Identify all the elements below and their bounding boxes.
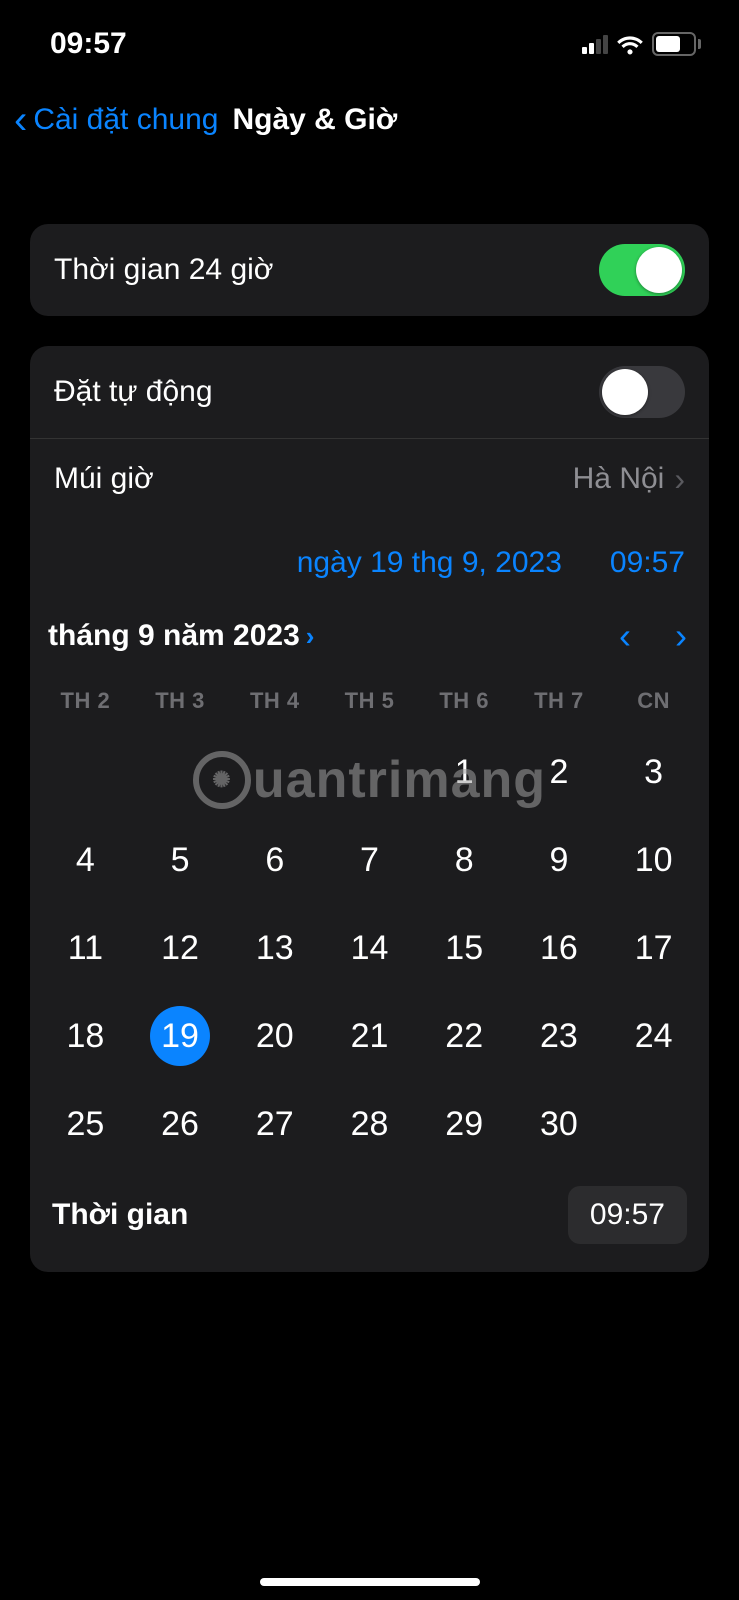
calendar-empty-cell bbox=[38, 728, 133, 816]
calendar-day[interactable]: 1 bbox=[417, 728, 512, 816]
calendar-day[interactable]: 4 bbox=[38, 816, 133, 904]
status-bar: 09:57 66 bbox=[0, 0, 739, 70]
calendar-empty-cell bbox=[227, 728, 322, 816]
wifi-icon bbox=[616, 33, 644, 55]
calendar-day[interactable]: 11 bbox=[38, 904, 133, 992]
cellular-signal-icon bbox=[582, 34, 608, 54]
calendar-day[interactable]: 3 bbox=[606, 728, 701, 816]
calendar-day[interactable]: 25 bbox=[38, 1080, 133, 1168]
calendar-grid: TH 2TH 3TH 4TH 5TH 6TH 7CN12345678910111… bbox=[38, 680, 701, 1168]
row-set-automatically: Đặt tự động bbox=[30, 346, 709, 438]
chevron-right-icon: › bbox=[306, 621, 315, 652]
prev-month-button[interactable]: ‹ bbox=[619, 618, 631, 654]
calendar-day[interactable]: 20 bbox=[227, 992, 322, 1080]
calendar-day[interactable]: 2 bbox=[512, 728, 607, 816]
calendar-weekday: TH 7 bbox=[512, 680, 607, 728]
row-timezone[interactable]: Múi giờ Hà Nội › bbox=[30, 438, 709, 518]
calendar-day[interactable]: 15 bbox=[417, 904, 512, 992]
row-label: Múi giờ bbox=[54, 462, 154, 496]
calendar-weekday: TH 3 bbox=[133, 680, 228, 728]
calendar-weekday: TH 5 bbox=[322, 680, 417, 728]
calendar-day[interactable]: 8 bbox=[417, 816, 512, 904]
calendar-day[interactable]: 26 bbox=[133, 1080, 228, 1168]
current-time-button[interactable]: 09:57 bbox=[610, 546, 685, 580]
calendar-day[interactable]: 17 bbox=[606, 904, 701, 992]
section-date-settings: Đặt tự động Múi giờ Hà Nội › ngày 19 thg… bbox=[30, 346, 709, 1272]
toggle-set-automatically[interactable] bbox=[599, 366, 685, 418]
calendar-day[interactable]: 22 bbox=[417, 992, 512, 1080]
calendar-nav: ‹ › bbox=[619, 618, 697, 654]
calendar-weekday: TH 2 bbox=[38, 680, 133, 728]
battery-icon: 66 bbox=[652, 32, 701, 56]
calendar-header: tháng 9 năm 2023 › ‹ › bbox=[38, 608, 701, 680]
calendar-day[interactable]: 23 bbox=[512, 992, 607, 1080]
back-chevron-icon[interactable]: ‹ bbox=[14, 100, 27, 140]
calendar-day[interactable]: 29 bbox=[417, 1080, 512, 1168]
calendar-day[interactable]: 14 bbox=[322, 904, 417, 992]
calendar-day[interactable]: 10 bbox=[606, 816, 701, 904]
calendar-day[interactable]: 24 bbox=[606, 992, 701, 1080]
calendar-day[interactable]: 6 bbox=[227, 816, 322, 904]
next-month-button[interactable]: › bbox=[675, 618, 687, 654]
calendar-day[interactable]: 21 bbox=[322, 992, 417, 1080]
calendar-empty-cell bbox=[322, 728, 417, 816]
row-current-datetime: ngày 19 thg 9, 2023 09:57 bbox=[30, 518, 709, 592]
calendar-day[interactable]: 5 bbox=[133, 816, 228, 904]
calendar-picker: tháng 9 năm 2023 › ‹ › TH 2TH 3TH 4TH 5T… bbox=[30, 592, 709, 1272]
calendar-weekday: TH 6 bbox=[417, 680, 512, 728]
section-time-format: Thời gian 24 giờ bbox=[30, 224, 709, 316]
row-time-picker: Thời gian 09:57 bbox=[38, 1168, 701, 1252]
navigation-bar: ‹ Cài đặt chung Ngày & Giờ bbox=[0, 70, 739, 158]
calendar-day[interactable]: 16 bbox=[512, 904, 607, 992]
toggle-24-hour-time[interactable] bbox=[599, 244, 685, 296]
calendar-empty-cell bbox=[133, 728, 228, 816]
calendar-weekday: CN bbox=[606, 680, 701, 728]
calendar-day[interactable]: 28 bbox=[322, 1080, 417, 1168]
calendar-day[interactable]: 27 bbox=[227, 1080, 322, 1168]
calendar-month-button[interactable]: tháng 9 năm 2023 › bbox=[48, 619, 314, 653]
calendar-day[interactable]: 9 bbox=[512, 816, 607, 904]
calendar-day[interactable]: 12 bbox=[133, 904, 228, 992]
calendar-day[interactable]: 19 bbox=[133, 992, 228, 1080]
calendar-day[interactable]: 18 bbox=[38, 992, 133, 1080]
timezone-value: Hà Nội bbox=[573, 462, 665, 496]
home-indicator[interactable] bbox=[260, 1578, 480, 1586]
calendar-day[interactable]: 30 bbox=[512, 1080, 607, 1168]
status-indicators: 66 bbox=[582, 32, 701, 56]
time-picker-label: Thời gian bbox=[52, 1198, 188, 1232]
calendar-month-label: tháng 9 năm 2023 bbox=[48, 619, 300, 653]
time-picker-button[interactable]: 09:57 bbox=[568, 1186, 687, 1244]
current-date-button[interactable]: ngày 19 thg 9, 2023 bbox=[297, 546, 562, 580]
calendar-day[interactable]: 7 bbox=[322, 816, 417, 904]
row-label: Thời gian 24 giờ bbox=[54, 253, 273, 287]
back-button-label[interactable]: Cài đặt chung bbox=[33, 103, 218, 137]
page-title: Ngày & Giờ bbox=[232, 103, 397, 137]
calendar-day[interactable]: 13 bbox=[227, 904, 322, 992]
status-time: 09:57 bbox=[50, 27, 127, 61]
row-label: Đặt tự động bbox=[54, 375, 213, 409]
timezone-value-container: Hà Nội › bbox=[573, 462, 685, 496]
calendar-weekday: TH 4 bbox=[227, 680, 322, 728]
row-24-hour-time: Thời gian 24 giờ bbox=[30, 224, 709, 316]
chevron-right-icon: › bbox=[674, 463, 685, 495]
